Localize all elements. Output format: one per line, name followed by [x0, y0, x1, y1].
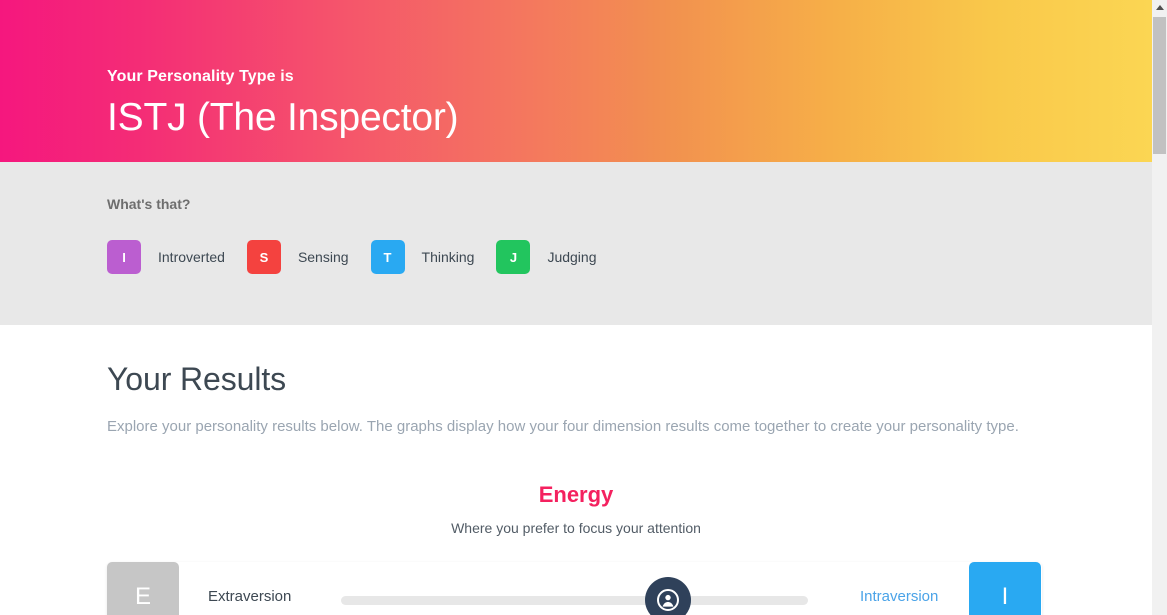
pole-label-intraversion: Intraversion — [860, 588, 939, 605]
results-section: Your Results Explore your personality re… — [0, 325, 1152, 615]
legend-label-introverted: Introverted — [158, 249, 225, 265]
legend-heading: What's that? — [107, 196, 191, 212]
legend-label-judging: Judging — [547, 249, 597, 265]
pole-label-extraversion: Extraversion — [208, 588, 292, 605]
dimension-title: Energy — [538, 482, 614, 507]
pole-block-extraversion[interactable]: E — [107, 562, 179, 615]
scrollbar-thumb[interactable] — [1153, 17, 1166, 154]
legend-band: What's that? I Introverted S Sensing T T… — [0, 162, 1152, 325]
letter-badge-i: I — [107, 240, 141, 274]
page-content: Your Personality Type is ISTJ (The Inspe… — [0, 0, 1152, 615]
results-description: Explore your personality results below. … — [107, 418, 1019, 435]
hero-kicker: Your Personality Type is — [107, 68, 294, 85]
legend-item-list: I Introverted S Sensing T Thinking J Jud… — [107, 240, 619, 274]
dimension-slider-knob[interactable] — [645, 577, 691, 615]
legend-item-thinking[interactable]: T Thinking — [370, 240, 475, 274]
letter-badge-s: S — [246, 240, 281, 274]
dimension-scale-row: E Extraversion Intraversion I — [0, 562, 1152, 615]
chevron-up-icon — [1155, 4, 1164, 10]
scroll-up-arrow[interactable] — [1152, 0, 1167, 14]
letter-badge-j: J — [496, 240, 531, 274]
dimension-subtitle: Where you prefer to focus your attention — [451, 520, 701, 536]
pole-block-intraversion[interactable]: I — [969, 562, 1041, 615]
dimension-energy: Energy Where you prefer to focus your at… — [0, 484, 1152, 615]
person-icon — [657, 589, 679, 611]
hero-text-block: Your Personality Type is ISTJ (The Inspe… — [107, 0, 459, 139]
legend-item-sensing[interactable]: S Sensing — [246, 240, 349, 274]
legend-item-introverted[interactable]: I Introverted — [107, 240, 225, 274]
letter-badge-t: T — [370, 240, 405, 274]
legend-label-thinking: Thinking — [421, 249, 475, 265]
dimension-slider-track[interactable] — [341, 596, 808, 605]
vertical-scrollbar[interactable] — [1152, 0, 1167, 615]
legend-item-judging[interactable]: J Judging — [496, 240, 597, 274]
results-heading: Your Results — [107, 361, 287, 397]
legend-label-sensing: Sensing — [297, 249, 349, 265]
app-viewport: Your Personality Type is ISTJ (The Inspe… — [0, 0, 1167, 615]
personality-type-title: ISTJ (The Inspector) — [107, 96, 459, 139]
hero-banner: Your Personality Type is ISTJ (The Inspe… — [0, 0, 1152, 162]
